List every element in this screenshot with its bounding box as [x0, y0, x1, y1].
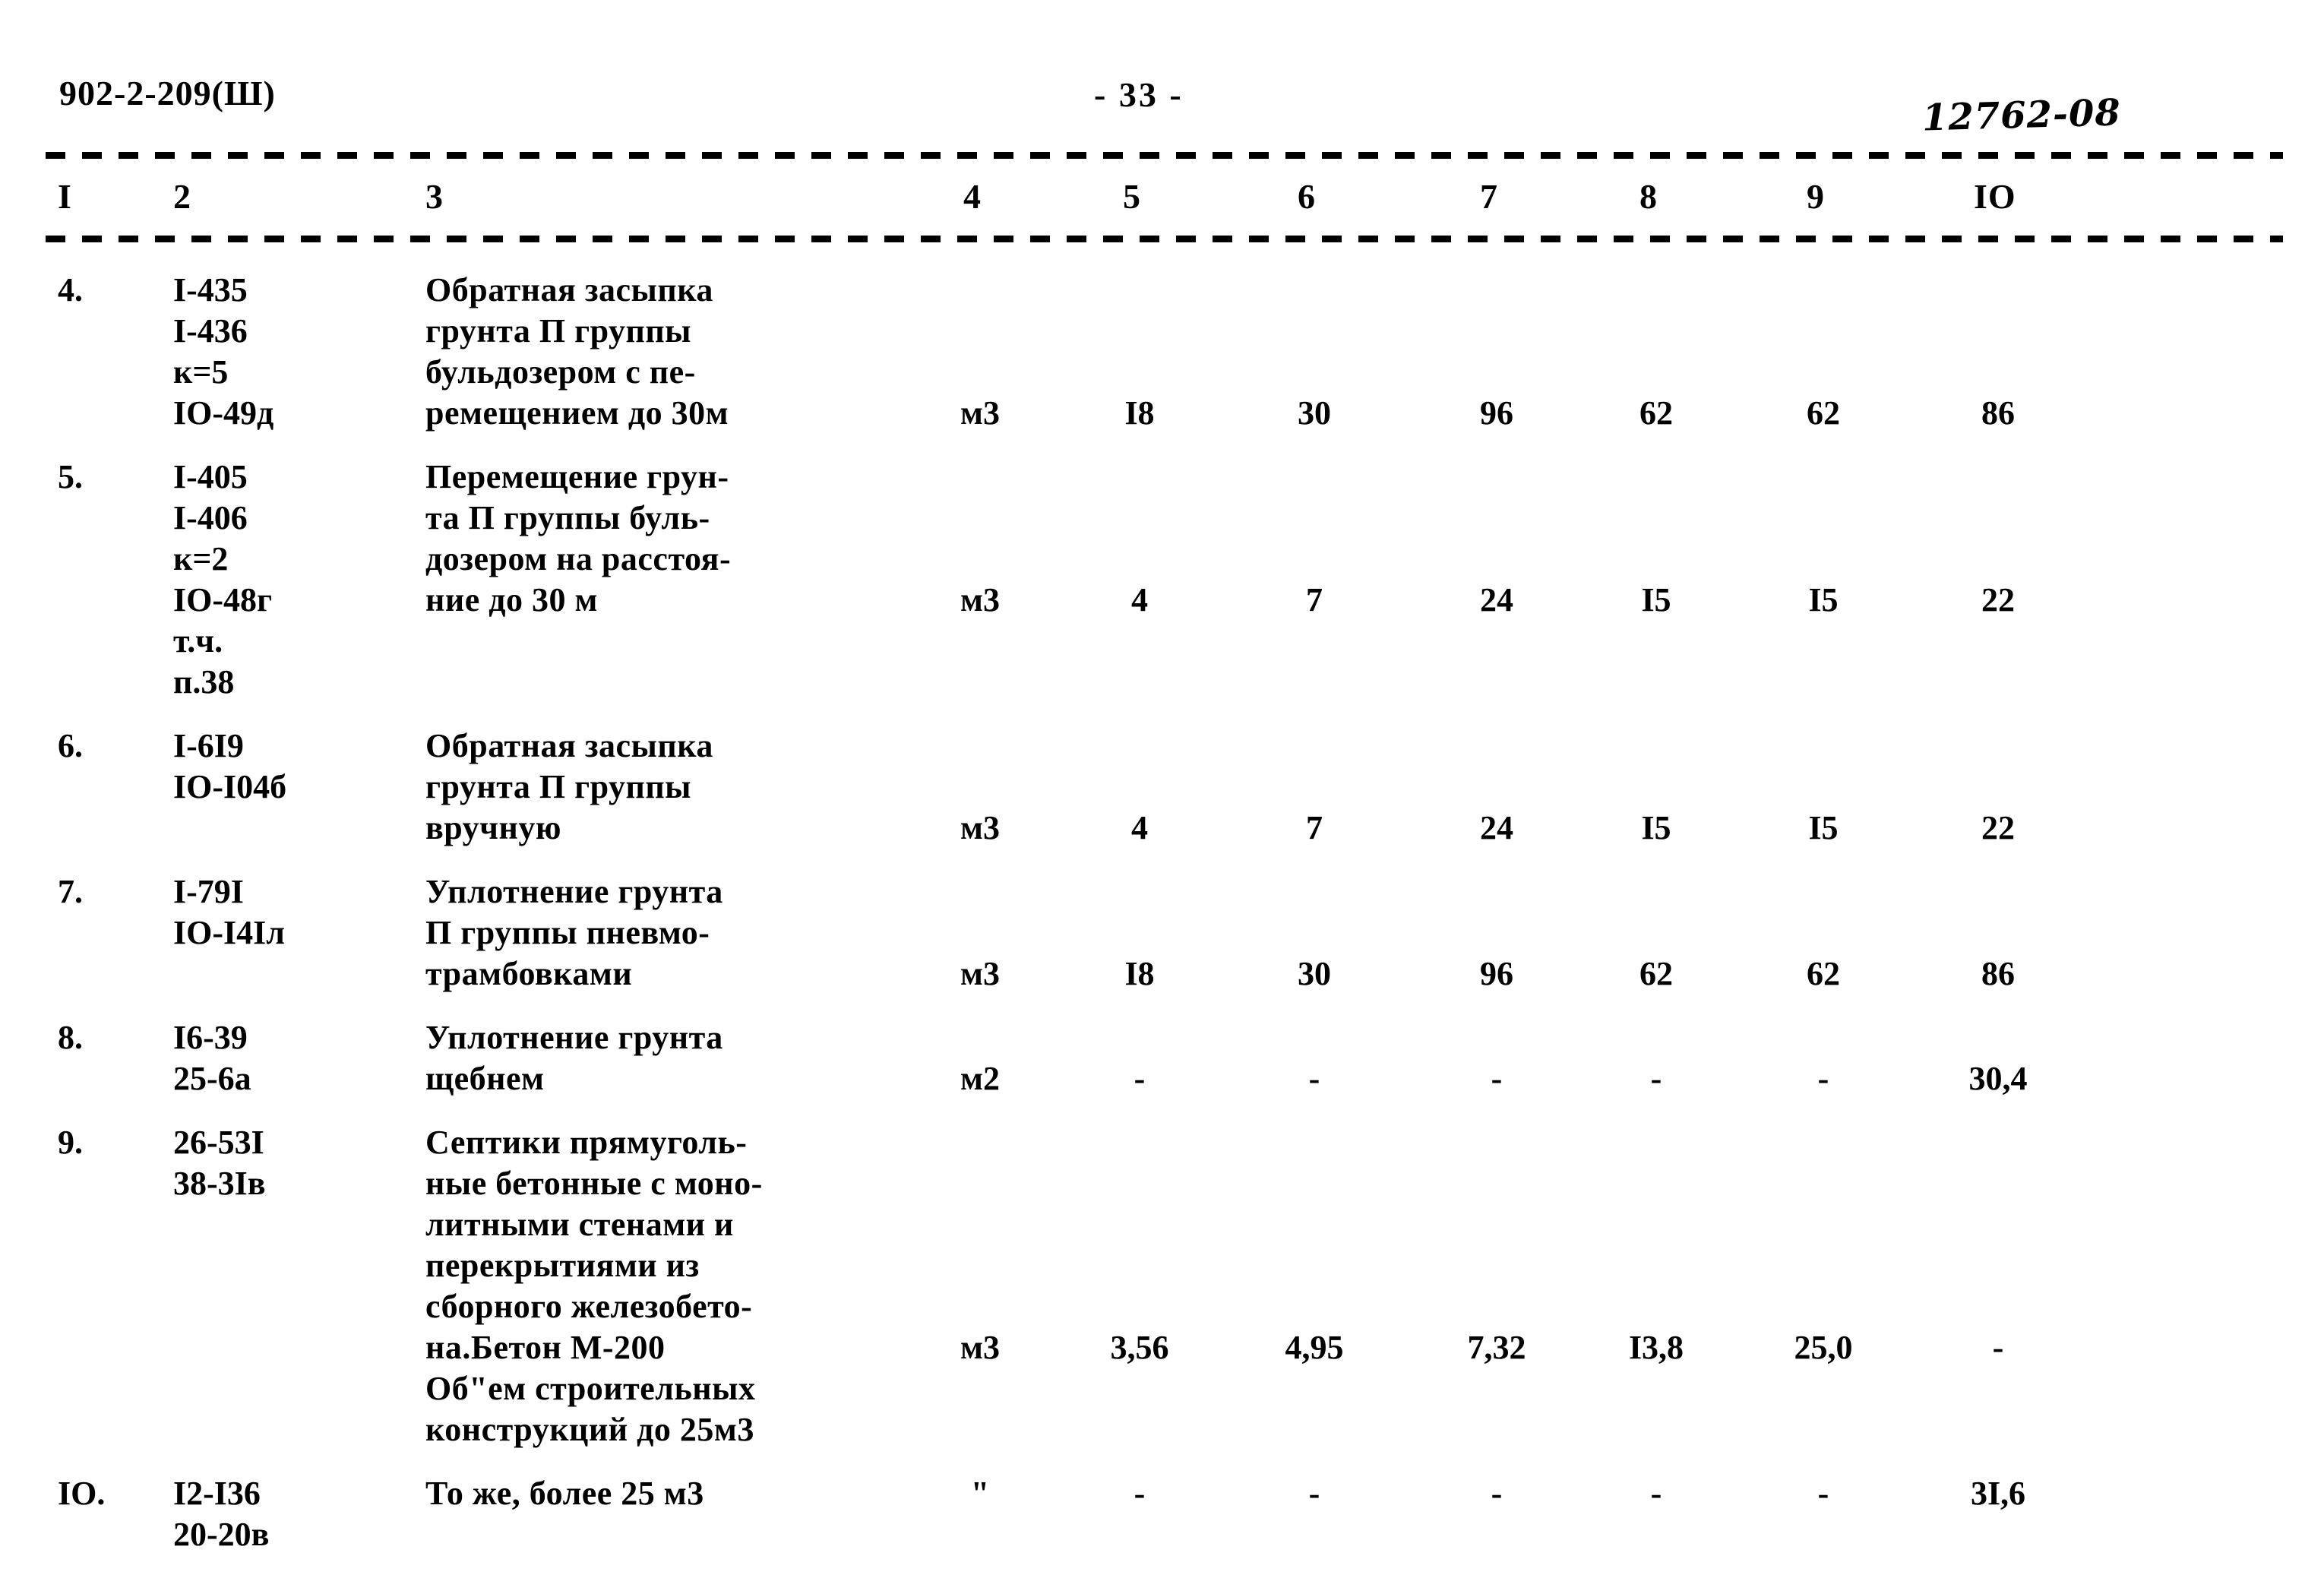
table-header-divider	[46, 236, 2283, 242]
column-header-5: 5	[1123, 177, 1141, 216]
table-row: IO. I2-I36 20-20в То же, более 25 м3 " - - - - -…	[0, 1473, 2324, 1578]
table-row: 8. I6-39 25-6а Уплотнение грунта щебнем м2 -…	[0, 1017, 2324, 1122]
row-value-col-9: 62	[1807, 394, 1840, 432]
row-description: Уплотнение грунта щебнем	[425, 1019, 723, 1097]
row-value-col-5: I8	[1124, 394, 1155, 432]
row-value-col-9: -	[1817, 1475, 1829, 1512]
row-value-col-10: 22	[1981, 809, 2015, 846]
row-value-col-8: I5	[1641, 581, 1671, 618]
row-value-col-8: 62	[1639, 394, 1673, 432]
row-value-col-5: -	[1134, 1060, 1146, 1097]
row-description: Септики прямуголь- ные бетонные с моно- …	[425, 1124, 763, 1448]
row-unit: м3	[960, 1329, 1000, 1366]
document-page: 902-2-209(Ш) - 33 - 12762-08 I 2 3 4 5 6 7 8 9 IO…	[0, 0, 2324, 1570]
row-value-col-5: I8	[1124, 955, 1155, 992]
row-value-col-6: 4,95	[1285, 1329, 1344, 1366]
row-description: Уплотнение грунта П группы пневмо- трамб…	[425, 873, 723, 992]
page-header: 902-2-209(Ш) - 33 - 12762-08	[0, 73, 2324, 140]
row-description: Обратная засыпка грунта П группы вручную	[425, 727, 713, 846]
row-norm-codes: 26-53I 38-3Iв	[173, 1124, 266, 1202]
row-value-col-8: -	[1650, 1060, 1662, 1097]
column-header-7: 7	[1480, 177, 1498, 216]
row-unit: м3	[960, 394, 1000, 432]
column-header-3: 3	[425, 177, 444, 216]
row-value-col-9: 25,0	[1794, 1329, 1853, 1366]
row-value-col-7: 96	[1480, 955, 1513, 992]
table-row: 5. I-405 I-406 к=2 IO-48г т.ч. п.38 Переме…	[0, 457, 2324, 726]
column-header-4: 4	[963, 177, 982, 216]
table-row: 9. 26-53I 38-3Iв Септики прямуголь- ные бе…	[0, 1122, 2324, 1473]
document-code: 902-2-209(Ш)	[59, 74, 276, 112]
row-value-col-5: 4	[1131, 809, 1148, 846]
row-index: 9.	[58, 1124, 83, 1161]
table-row: 4. I-435 I-436 к=5 IO-49д Обратная засыпка…	[0, 270, 2324, 457]
row-value-col-6: -	[1308, 1060, 1320, 1097]
row-unit: "	[970, 1475, 990, 1512]
row-value-col-10: 86	[1981, 394, 2015, 432]
row-value-col-7: -	[1491, 1475, 1503, 1512]
column-header-9: 9	[1807, 177, 1825, 216]
row-value-col-8: -	[1650, 1475, 1662, 1512]
row-value-col-6: -	[1308, 1475, 1320, 1512]
row-description: Обратная засыпка грунта П группы бульдоз…	[425, 271, 729, 432]
row-value-col-7: 96	[1480, 394, 1513, 432]
row-index: 4.	[58, 271, 83, 308]
row-value-col-10: 22	[1981, 581, 2015, 618]
row-value-col-6: 30	[1298, 955, 1331, 992]
row-value-col-9: 62	[1807, 955, 1840, 992]
row-value-col-9: -	[1817, 1060, 1829, 1097]
row-value-col-10: -	[1992, 1329, 2004, 1366]
row-norm-codes: I-6I9 IO-I04б	[173, 727, 287, 805]
row-unit: м2	[960, 1060, 1000, 1097]
row-value-col-7: 24	[1480, 581, 1513, 618]
column-header-2: 2	[173, 177, 191, 216]
column-header-10: IO	[1974, 177, 2016, 216]
row-value-col-5: -	[1134, 1475, 1146, 1512]
column-header-6: 6	[1298, 177, 1316, 216]
row-norm-codes: I6-39 25-6а	[173, 1019, 251, 1097]
row-value-col-10: 3I,6	[1970, 1475, 2026, 1512]
row-unit: м3	[960, 809, 1000, 846]
row-index: 5.	[58, 458, 83, 495]
row-norm-codes: I-435 I-436 к=5 IO-49д	[173, 271, 274, 432]
row-norm-codes: I-405 I-406 к=2 IO-48г т.ч. п.38	[173, 458, 272, 700]
row-value-col-5: 4	[1131, 581, 1148, 618]
row-index: 7.	[58, 873, 83, 910]
row-value-col-6: 30	[1298, 394, 1331, 432]
column-header-1: I	[58, 177, 72, 216]
row-value-col-9: I5	[1808, 809, 1839, 846]
row-index: 6.	[58, 727, 83, 764]
row-value-col-5: 3,56	[1110, 1329, 1169, 1366]
row-value-col-8: I5	[1641, 809, 1671, 846]
row-unit: м3	[960, 955, 1000, 992]
row-value-col-7: 24	[1480, 809, 1513, 846]
row-norm-codes: I2-I36 20-20в	[173, 1475, 270, 1553]
table-row: 7. I-79I IO-I4Iл Уплотнение грунта П групп…	[0, 871, 2324, 1017]
page-number: - 33 -	[1094, 75, 1184, 114]
row-index: 8.	[58, 1019, 83, 1056]
row-unit: м3	[960, 581, 1000, 618]
row-description: Перемещение грун- та П группы буль- дозе…	[425, 458, 732, 618]
row-description: То же, более 25 м3	[425, 1475, 704, 1512]
row-value-col-9: I5	[1808, 581, 1839, 618]
row-value-col-7: 7,32	[1467, 1329, 1526, 1366]
row-value-col-8: I3,8	[1628, 1329, 1684, 1366]
row-value-col-6: 7	[1306, 809, 1323, 846]
table-top-divider	[46, 152, 2283, 159]
table-column-header-row: I 2 3 4 5 6 7 8 9 IO	[0, 176, 2324, 229]
row-value-col-10: 30,4	[1968, 1060, 2028, 1097]
table-row: 6. I-6I9 IO-I04б Обратная засыпка грунта П…	[0, 726, 2324, 871]
column-header-8: 8	[1639, 177, 1658, 216]
row-index: IO.	[58, 1475, 106, 1512]
row-value-col-8: 62	[1639, 955, 1673, 992]
row-value-col-6: 7	[1306, 581, 1323, 618]
row-norm-codes: I-79I IO-I4Iл	[173, 873, 285, 951]
table-body: 4. I-435 I-436 к=5 IO-49д Обратная засыпка…	[0, 270, 2324, 1578]
row-value-col-7: -	[1491, 1060, 1503, 1097]
row-value-col-10: 86	[1981, 955, 2015, 992]
handwritten-stamp-number: 12762-08	[1921, 91, 2122, 140]
